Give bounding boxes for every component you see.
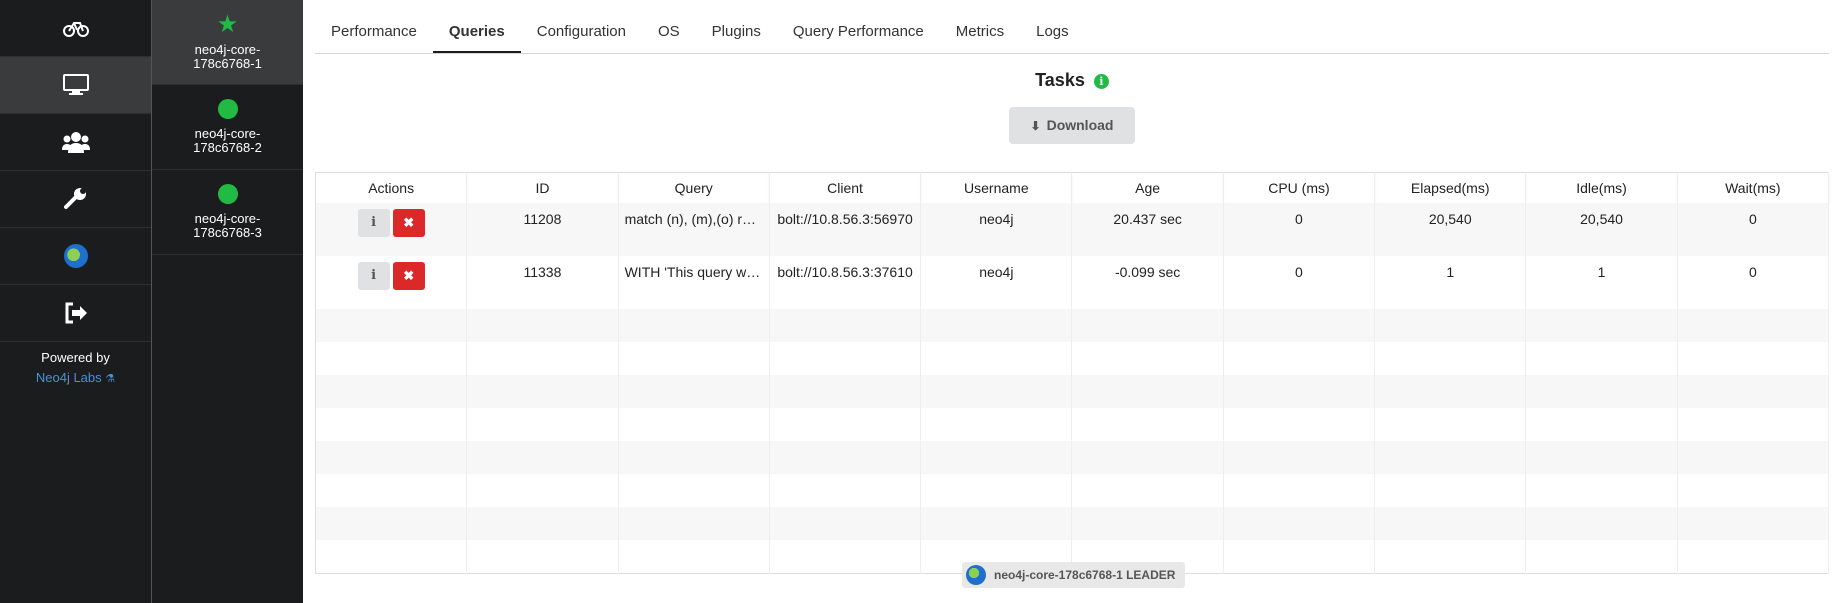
leader-star-icon: ★ (216, 11, 239, 38)
tab-logs[interactable]: Logs (1020, 0, 1085, 53)
elapsed-cell: 20,540 (1374, 203, 1527, 256)
download-icon: ⬇ (1030, 119, 1041, 133)
actions-cell: i ✖ (315, 203, 468, 256)
column-header[interactable]: Age (1071, 172, 1224, 203)
wait-cell: 0 (1677, 256, 1830, 309)
page-title: Tasks (1035, 70, 1085, 90)
id-cell: 11338 (466, 256, 619, 309)
age-cell: -0.099 sec (1071, 256, 1224, 309)
column-header[interactable]: Username (920, 172, 1073, 203)
wait-cell: 0 (1677, 203, 1830, 256)
kill-query-button[interactable]: ✖ (392, 262, 425, 290)
tab-configuration[interactable]: Configuration (521, 0, 642, 53)
powered-by-text: Powered by (41, 350, 110, 365)
tab-bar: Performance Queries Configuration OS Plu… (315, 0, 1829, 54)
sidebar-item-users[interactable] (0, 114, 151, 171)
node-name-line2: 178c6768-2 (193, 140, 262, 155)
wrench-icon (63, 188, 86, 209)
column-header[interactable]: ID (466, 172, 619, 203)
query-cell: WITH 'This query was executed' (618, 256, 770, 309)
column-header[interactable]: Wait(ms) (1677, 172, 1830, 203)
flask-icon: ⚗ (105, 373, 116, 385)
globe-icon (966, 565, 986, 585)
node-name-line2: 178c6768-3 (193, 225, 262, 240)
leader-label: neo4j-core-178c6768-1 LEADER (994, 568, 1176, 582)
main-sidebar: Powered by Neo4j Labs ⚗ (0, 0, 151, 603)
column-header[interactable]: Elapsed(ms) (1374, 172, 1527, 203)
powered-by: Powered by Neo4j Labs ⚗ (0, 348, 151, 389)
download-button[interactable]: ⬇ Download (1008, 107, 1136, 144)
kill-query-button[interactable]: ✖ (392, 209, 425, 237)
empty-row (315, 375, 1830, 408)
sidebar-item-cluster[interactable] (0, 228, 151, 285)
node-list: ★ neo4j-core- 178c6768-1 neo4j-core- 178… (151, 0, 303, 603)
column-header[interactable]: Actions (315, 172, 468, 203)
id-cell: 11208 (466, 203, 619, 256)
table-row: i✖ 11208 match (n), (m),(o) return count… (315, 203, 1830, 256)
empty-row (315, 441, 1830, 474)
client-cell: bolt://10.8.56.3:37610 (769, 256, 922, 309)
users-icon (61, 132, 90, 153)
tab-performance[interactable]: Performance (315, 0, 433, 53)
download-label: Download (1046, 117, 1114, 133)
node-item-3[interactable]: neo4j-core- 178c6768-3 (152, 170, 303, 255)
node-name-line2: 178c6768-1 (193, 56, 262, 71)
idle-cell: 1 (1525, 256, 1678, 309)
bicycle-icon (62, 22, 89, 37)
tab-metrics[interactable]: Metrics (940, 0, 1020, 53)
username-cell: neo4j (920, 256, 1073, 309)
tab-os[interactable]: OS (642, 0, 696, 53)
elapsed-cell: 1 (1374, 256, 1527, 309)
column-header[interactable]: Query (618, 172, 770, 203)
desktop-icon (62, 74, 89, 95)
node-name-line1: neo4j-core- (194, 126, 261, 141)
query-info-button[interactable]: i (357, 209, 390, 237)
column-header[interactable]: Client (769, 172, 922, 203)
sidebar-item-tools[interactable] (0, 171, 151, 228)
node-item-2[interactable]: neo4j-core- 178c6768-2 (152, 85, 303, 170)
online-status-icon (217, 99, 238, 119)
tasks-table: Actions ID Query Client Username Age CPU… (315, 172, 1830, 574)
idle-cell: 20,540 (1525, 203, 1678, 256)
tab-queries[interactable]: Queries (432, 0, 521, 53)
node-name-line1: neo4j-core- (194, 211, 261, 226)
client-cell: bolt://10.8.56.3:56970 (769, 203, 922, 256)
empty-row (315, 408, 1830, 441)
sidebar-item-monitor[interactable] (0, 57, 151, 114)
neo4j-labs-link[interactable]: Neo4j Labs (36, 370, 102, 385)
sidebar-item-logout[interactable] (0, 285, 151, 342)
query-info-button[interactable]: i (357, 262, 390, 290)
empty-row (315, 309, 1830, 342)
empty-row (315, 474, 1830, 507)
column-header[interactable]: Idle(ms) (1525, 172, 1678, 203)
sidebar-item-overview[interactable] (0, 0, 151, 57)
main-content: Performance Queries Configuration OS Plu… (315, 0, 1830, 603)
info-icon[interactable]: i (1093, 73, 1109, 89)
empty-row (315, 507, 1830, 540)
actions-cell: i ✖ (315, 256, 468, 309)
sign-out-icon (65, 302, 87, 324)
column-header[interactable]: CPU (ms) (1223, 172, 1376, 203)
cpu-cell: 0 (1223, 203, 1376, 256)
tab-plugins[interactable]: Plugins (696, 0, 777, 53)
tasks-header: Tasks i (315, 70, 1829, 91)
table-row: i✖ 11338 WITH 'This query was executed' … (315, 256, 1830, 309)
age-cell: 20.437 sec (1071, 203, 1224, 256)
query-cell: match (n), (m),(o) return count(n) (618, 203, 770, 256)
online-status-icon (217, 184, 238, 204)
cpu-cell: 0 (1223, 256, 1376, 309)
globe-icon (63, 244, 88, 268)
empty-row (315, 342, 1830, 375)
leader-badge: neo4j-core-178c6768-1 LEADER (962, 562, 1186, 588)
node-item-1[interactable]: ★ neo4j-core- 178c6768-1 (152, 0, 303, 85)
tab-query-performance[interactable]: Query Performance (777, 0, 940, 53)
username-cell: neo4j (920, 203, 1073, 256)
node-name-line1: neo4j-core- (194, 42, 261, 57)
